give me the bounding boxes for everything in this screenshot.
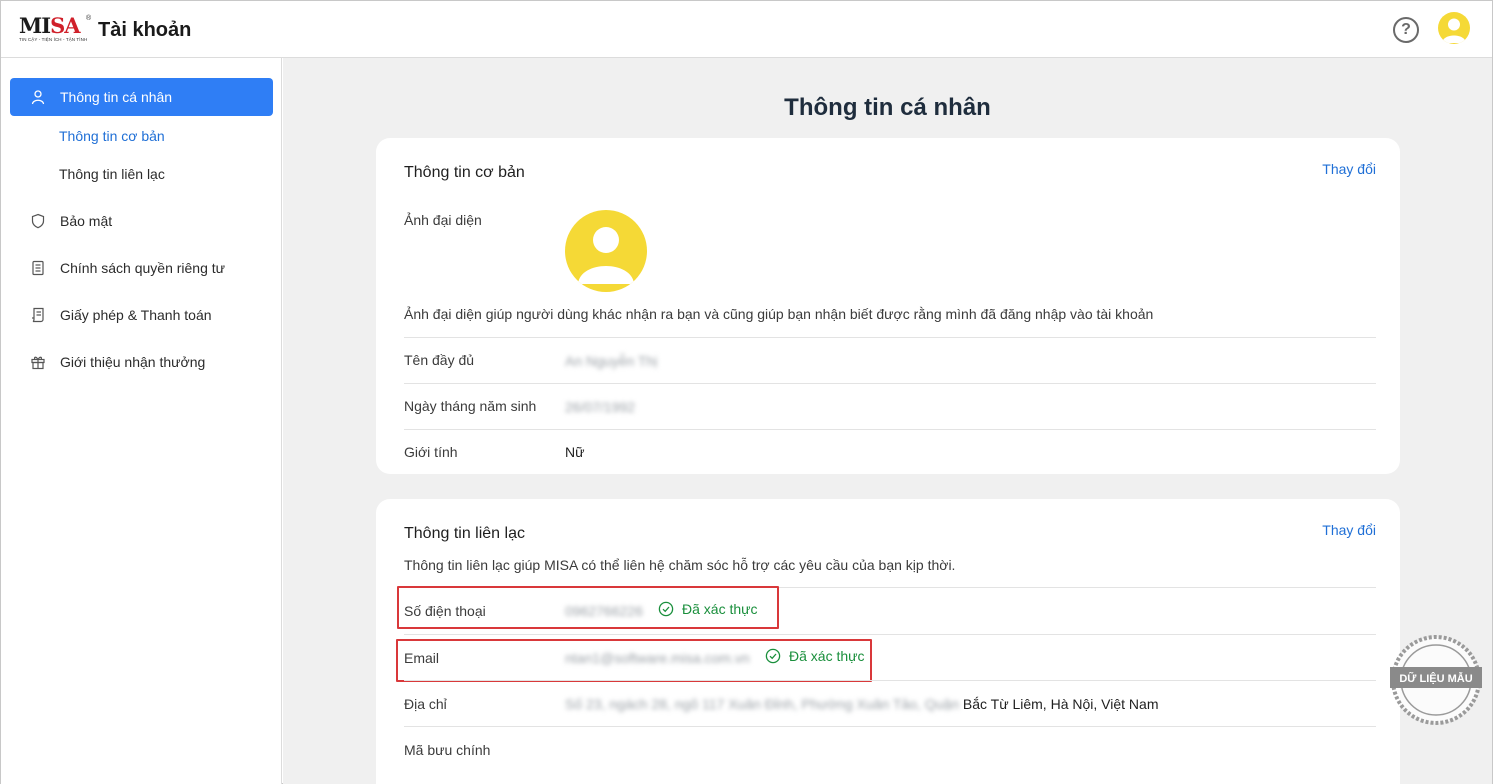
sidebar-subitem-basic-info[interactable]: Thông tin cơ bản (59, 128, 165, 144)
sidebar-item-referral-reward[interactable]: Giới thiệu nhận thưởng (10, 343, 273, 381)
logo-tagline: TIN CẬY - TIỆN ÍCH - TẬN TÌNH (19, 37, 88, 42)
divider (404, 429, 1376, 430)
sidebar-item-privacy-policy[interactable]: Chính sách quyền riêng tư (10, 249, 273, 287)
sidebar-subitem-contact-info[interactable]: Thông tin liên lạc (59, 166, 165, 182)
divider (404, 337, 1376, 338)
sidebar-item-license-payment[interactable]: Giấy phép & Thanh toán (10, 296, 273, 334)
address-label: Địa chỉ (404, 696, 447, 712)
shield-icon (30, 213, 46, 229)
help-icon[interactable]: ? (1393, 17, 1419, 43)
divider (404, 383, 1376, 384)
postal-code-label: Mã bưu chính (404, 742, 491, 758)
sidebar-item-security[interactable]: Bảo mật (10, 202, 273, 240)
fullname-value: An Nguyễn Thị (565, 353, 658, 369)
divider (404, 634, 1376, 635)
user-avatar-icon[interactable] (1438, 12, 1470, 44)
contact-info-title: Thông tin liên lạc (404, 525, 525, 542)
divider (404, 680, 1376, 681)
address-value: Số 23, ngách 28, ngõ 117 Xuân Đỉnh, Phườ… (565, 696, 1159, 712)
contact-note: Thông tin liên lạc giúp MISA có thể liên… (404, 557, 956, 573)
basic-info-change-link[interactable]: Thay đổi (1322, 161, 1376, 177)
birthdate-value: 26/07/1992 (565, 399, 636, 415)
gender-value: Nữ (565, 444, 585, 460)
sample-data-stamp: DỮ LIỆU MẪU (1390, 634, 1482, 726)
profile-avatar-icon[interactable] (565, 210, 647, 292)
app-header: MISA ® TIN CẬY - TIỆN ÍCH - TẬN TÌNH Tài… (1, 1, 1492, 58)
email-highlight-box (396, 639, 872, 682)
fullname-label: Tên đầy đủ (404, 352, 475, 368)
page-title: Thông tin cá nhân (784, 94, 991, 121)
stamp-text: DỮ LIỆU MẪU (1399, 672, 1472, 685)
avatar-label: Ảnh đại diện (404, 212, 482, 228)
basic-info-card: Thông tin cơ bản Thay đổi Ảnh đại diện Ả… (376, 138, 1400, 474)
phone-highlight-box (397, 586, 779, 629)
user-icon (30, 89, 46, 105)
basic-info-title: Thông tin cơ bản (404, 164, 525, 181)
main-content: Thông tin cá nhân Thông tin cơ bản Thay … (283, 58, 1492, 784)
sidebar: Thông tin cá nhân Thông tin cơ bản Thông… (1, 58, 282, 784)
sidebar-item-personal-info[interactable]: Thông tin cá nhân (10, 78, 273, 116)
birthdate-label: Ngày tháng năm sinh (404, 398, 537, 414)
document-icon (30, 260, 46, 276)
contact-info-change-link[interactable]: Thay đổi (1322, 522, 1376, 538)
avatar-note: Ảnh đại diện giúp người dùng khác nhận r… (404, 306, 1154, 322)
misa-logo[interactable]: MISA ® TIN CẬY - TIỆN ÍCH - TẬN TÌNH (19, 15, 91, 45)
gift-icon (30, 354, 46, 370)
receipt-icon (30, 307, 46, 323)
gender-label: Giới tính (404, 444, 458, 460)
contact-info-card: Thông tin liên lạc Thay đổi Thông tin li… (376, 499, 1400, 784)
app-title: Tài khoản (98, 19, 192, 41)
divider (404, 726, 1376, 727)
